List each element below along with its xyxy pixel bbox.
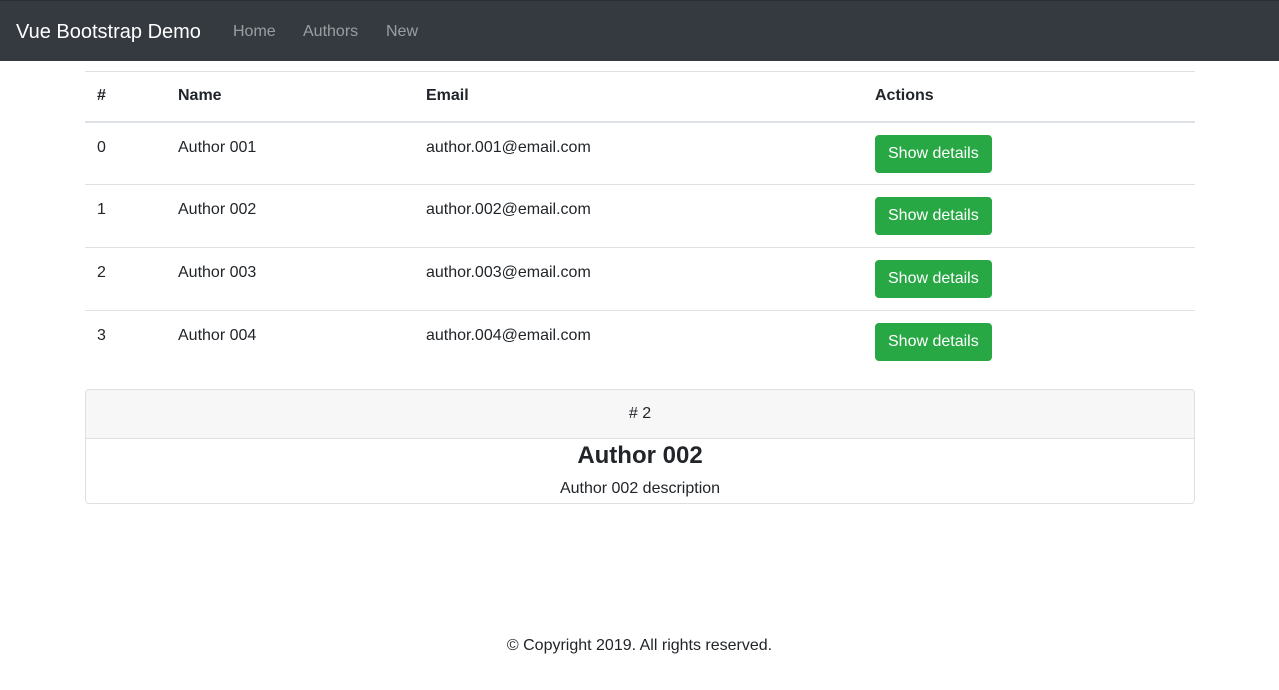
- column-header-name: Name: [166, 71, 414, 123]
- card-title: Author 002: [577, 442, 703, 469]
- nav-link-new[interactable]: New: [386, 22, 418, 42]
- cell-name: Author 002: [166, 184, 414, 248]
- cell-index: 3: [85, 310, 166, 374]
- cell-email: author.001@email.com: [414, 121, 863, 185]
- nav-link-authors[interactable]: Authors: [303, 22, 358, 42]
- cell-name: Author 004: [166, 310, 414, 374]
- table-row: 3 Author 004 author.004@email.com Show d…: [85, 310, 1195, 374]
- cell-email: author.003@email.com: [414, 247, 863, 311]
- cell-index: 1: [85, 184, 166, 248]
- column-header-index: #: [85, 71, 166, 123]
- cell-index: 0: [85, 121, 166, 185]
- cell-name: Author 003: [166, 247, 414, 311]
- cell-actions: Show details: [863, 184, 1195, 248]
- show-details-button[interactable]: Show details: [875, 260, 992, 298]
- cell-email: author.004@email.com: [414, 310, 863, 374]
- table-row: 1 Author 002 author.002@email.com Show d…: [85, 184, 1195, 248]
- cell-actions: Show details: [863, 121, 1195, 185]
- cell-actions: Show details: [863, 310, 1195, 374]
- navbar: Vue Bootstrap Demo Home Authors New: [0, 0, 1279, 61]
- table-row: 2 Author 003 author.003@email.com Show d…: [85, 247, 1195, 311]
- table-row: 0 Author 001 author.001@email.com Show d…: [85, 121, 1195, 185]
- cell-index: 2: [85, 247, 166, 311]
- cell-name: Author 001: [166, 121, 414, 185]
- navbar-brand[interactable]: Vue Bootstrap Demo: [16, 19, 201, 45]
- column-header-email: Email: [414, 71, 863, 123]
- authors-table: # Name Email Actions 0 Author 001 author…: [85, 71, 1195, 374]
- show-details-button[interactable]: Show details: [875, 197, 992, 235]
- show-details-button[interactable]: Show details: [875, 323, 992, 361]
- table-header-row: # Name Email Actions: [85, 71, 1195, 123]
- authors-table-container: # Name Email Actions 0 Author 001 author…: [85, 71, 1195, 374]
- column-header-actions: Actions: [863, 71, 1195, 123]
- cell-email: author.002@email.com: [414, 184, 863, 248]
- show-details-button[interactable]: Show details: [875, 134, 992, 173]
- card-description: Author 002 description: [559, 480, 721, 497]
- card-header: # 2: [86, 390, 1194, 439]
- cell-actions: Show details: [863, 247, 1195, 311]
- footer-copyright: © Copyright 2019. All rights reserved.: [506, 637, 773, 654]
- author-detail-card: # 2 Author 002 Author 002 description: [85, 389, 1195, 504]
- nav-link-home[interactable]: Home: [233, 22, 276, 42]
